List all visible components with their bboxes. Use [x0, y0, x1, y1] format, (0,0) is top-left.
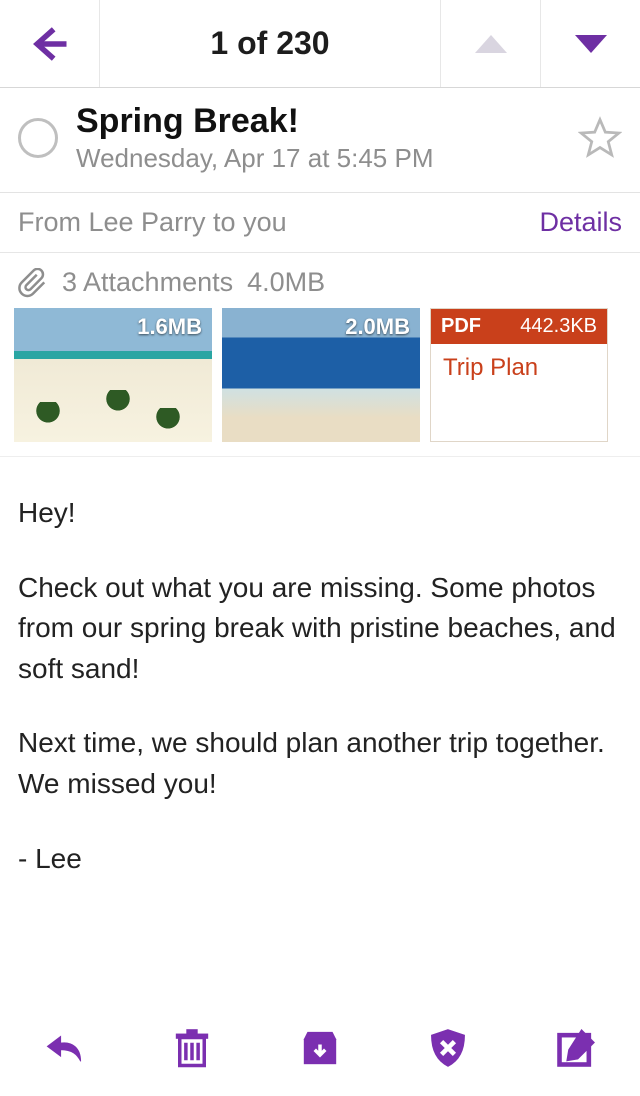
bottom-toolbar	[0, 1000, 640, 1096]
pdf-badge: PDF	[441, 315, 481, 338]
body-paragraph: Next time, we should plan another trip t…	[18, 723, 622, 804]
pdf-header: PDF 442.3KB	[431, 309, 607, 344]
decor	[154, 408, 182, 430]
star-icon	[581, 120, 619, 155]
timestamp-text: Wednesday, Apr 17 at 5:45 PM	[76, 143, 578, 174]
back-arrow-icon	[28, 22, 72, 66]
message-position-label: 1 of 230	[100, 0, 440, 87]
trash-icon	[171, 1025, 213, 1071]
details-button[interactable]: Details	[539, 207, 622, 238]
attachment-size: 1.6MB	[137, 314, 202, 340]
prev-message-button[interactable]	[440, 0, 540, 87]
attachment-size: 442.3KB	[520, 315, 597, 338]
attachments-total-size: 4.0MB	[247, 267, 325, 298]
archive-icon	[297, 1027, 343, 1069]
from-text: From Lee Parry to you	[18, 207, 287, 238]
archive-button[interactable]	[288, 1016, 352, 1080]
subject-text: Spring Break!	[76, 102, 578, 141]
decor	[34, 402, 62, 424]
compose-icon	[554, 1026, 598, 1070]
shield-x-icon	[426, 1026, 470, 1070]
back-button[interactable]	[0, 0, 100, 87]
next-message-button[interactable]	[540, 0, 640, 87]
attachments-header: 3 Attachments 4.0MB	[0, 253, 640, 308]
attachments-count: 3 Attachments	[62, 267, 233, 298]
attachment-size: 2.0MB	[345, 314, 410, 340]
chevron-up-icon	[475, 35, 507, 53]
star-button[interactable]	[578, 116, 622, 160]
reply-icon	[40, 1028, 88, 1068]
body-paragraph: Hey!	[18, 493, 622, 534]
subject-row: Spring Break! Wednesday, Apr 17 at 5:45 …	[0, 88, 640, 193]
body-paragraph: Check out what you are missing. Some pho…	[18, 568, 622, 690]
paperclip-icon	[18, 268, 48, 298]
body-signature: - Lee	[18, 839, 622, 880]
attachment-thumb[interactable]: 2.0MB	[222, 308, 420, 442]
spam-button[interactable]	[416, 1016, 480, 1080]
decor	[104, 390, 132, 412]
attachments-strip: 1.6MB 2.0MB PDF 442.3KB Trip Plan	[0, 308, 640, 457]
pdf-title: Trip Plan	[431, 344, 607, 392]
compose-button[interactable]	[544, 1016, 608, 1080]
attachment-pdf[interactable]: PDF 442.3KB Trip Plan	[430, 308, 608, 442]
attachment-thumb[interactable]: 1.6MB	[14, 308, 212, 442]
reply-button[interactable]	[32, 1016, 96, 1080]
top-nav: 1 of 230	[0, 0, 640, 88]
chevron-down-icon	[575, 35, 607, 53]
select-circle[interactable]	[18, 118, 58, 158]
delete-button[interactable]	[160, 1016, 224, 1080]
message-body: Hey! Check out what you are missing. Som…	[0, 457, 640, 949]
from-row: From Lee Parry to you Details	[0, 193, 640, 253]
subject-block: Spring Break! Wednesday, Apr 17 at 5:45 …	[76, 102, 578, 174]
